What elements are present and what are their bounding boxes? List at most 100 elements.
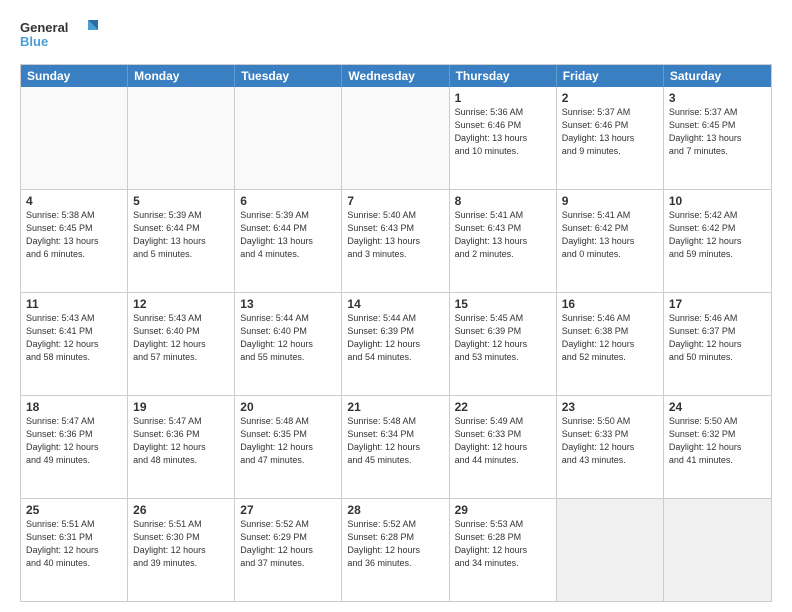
day-number: 1: [455, 90, 551, 106]
calendar-body: 1Sunrise: 5:36 AM Sunset: 6:46 PM Daylig…: [21, 87, 771, 601]
day-number: 3: [669, 90, 766, 106]
cell-text: Sunrise: 5:52 AM Sunset: 6:29 PM Dayligh…: [240, 519, 313, 567]
day-number: 17: [669, 296, 766, 312]
logo: General Blue: [20, 16, 100, 56]
day-cell-5: 5Sunrise: 5:39 AM Sunset: 6:44 PM Daylig…: [128, 190, 235, 292]
day-cell-6: 6Sunrise: 5:39 AM Sunset: 6:44 PM Daylig…: [235, 190, 342, 292]
empty-cell-r0c1: [128, 87, 235, 189]
cell-text: Sunrise: 5:38 AM Sunset: 6:45 PM Dayligh…: [26, 210, 99, 258]
day-cell-13: 13Sunrise: 5:44 AM Sunset: 6:40 PM Dayli…: [235, 293, 342, 395]
day-cell-18: 18Sunrise: 5:47 AM Sunset: 6:36 PM Dayli…: [21, 396, 128, 498]
day-cell-25: 25Sunrise: 5:51 AM Sunset: 6:31 PM Dayli…: [21, 499, 128, 601]
cell-text: Sunrise: 5:48 AM Sunset: 6:35 PM Dayligh…: [240, 416, 313, 464]
day-number: 27: [240, 502, 336, 518]
day-number: 25: [26, 502, 122, 518]
day-cell-4: 4Sunrise: 5:38 AM Sunset: 6:45 PM Daylig…: [21, 190, 128, 292]
cell-text: Sunrise: 5:50 AM Sunset: 6:32 PM Dayligh…: [669, 416, 742, 464]
empty-cell-r4c5: [557, 499, 664, 601]
cell-text: Sunrise: 5:44 AM Sunset: 6:39 PM Dayligh…: [347, 313, 420, 361]
empty-cell-r0c3: [342, 87, 449, 189]
header-day-wednesday: Wednesday: [342, 65, 449, 87]
day-cell-2: 2Sunrise: 5:37 AM Sunset: 6:46 PM Daylig…: [557, 87, 664, 189]
day-cell-8: 8Sunrise: 5:41 AM Sunset: 6:43 PM Daylig…: [450, 190, 557, 292]
header-day-tuesday: Tuesday: [235, 65, 342, 87]
day-number: 8: [455, 193, 551, 209]
cell-text: Sunrise: 5:52 AM Sunset: 6:28 PM Dayligh…: [347, 519, 420, 567]
cell-text: Sunrise: 5:45 AM Sunset: 6:39 PM Dayligh…: [455, 313, 528, 361]
day-number: 28: [347, 502, 443, 518]
calendar-header: SundayMondayTuesdayWednesdayThursdayFrid…: [21, 65, 771, 87]
svg-text:Blue: Blue: [20, 34, 48, 49]
day-number: 18: [26, 399, 122, 415]
day-cell-22: 22Sunrise: 5:49 AM Sunset: 6:33 PM Dayli…: [450, 396, 557, 498]
header-day-friday: Friday: [557, 65, 664, 87]
svg-text:General: General: [20, 20, 68, 35]
day-number: 26: [133, 502, 229, 518]
day-number: 2: [562, 90, 658, 106]
empty-cell-r0c2: [235, 87, 342, 189]
day-number: 14: [347, 296, 443, 312]
cell-text: Sunrise: 5:40 AM Sunset: 6:43 PM Dayligh…: [347, 210, 420, 258]
cell-text: Sunrise: 5:36 AM Sunset: 6:46 PM Dayligh…: [455, 107, 528, 155]
day-cell-7: 7Sunrise: 5:40 AM Sunset: 6:43 PM Daylig…: [342, 190, 449, 292]
cell-text: Sunrise: 5:47 AM Sunset: 6:36 PM Dayligh…: [26, 416, 99, 464]
day-number: 29: [455, 502, 551, 518]
calendar-row-2: 11Sunrise: 5:43 AM Sunset: 6:41 PM Dayli…: [21, 293, 771, 396]
day-number: 13: [240, 296, 336, 312]
generalblue-logo: General Blue: [20, 16, 100, 56]
day-number: 10: [669, 193, 766, 209]
day-cell-9: 9Sunrise: 5:41 AM Sunset: 6:42 PM Daylig…: [557, 190, 664, 292]
day-cell-21: 21Sunrise: 5:48 AM Sunset: 6:34 PM Dayli…: [342, 396, 449, 498]
day-number: 15: [455, 296, 551, 312]
day-cell-29: 29Sunrise: 5:53 AM Sunset: 6:28 PM Dayli…: [450, 499, 557, 601]
cell-text: Sunrise: 5:37 AM Sunset: 6:45 PM Dayligh…: [669, 107, 742, 155]
day-cell-17: 17Sunrise: 5:46 AM Sunset: 6:37 PM Dayli…: [664, 293, 771, 395]
cell-text: Sunrise: 5:44 AM Sunset: 6:40 PM Dayligh…: [240, 313, 313, 361]
empty-cell-r4c6: [664, 499, 771, 601]
day-number: 6: [240, 193, 336, 209]
cell-text: Sunrise: 5:46 AM Sunset: 6:37 PM Dayligh…: [669, 313, 742, 361]
cell-text: Sunrise: 5:43 AM Sunset: 6:41 PM Dayligh…: [26, 313, 99, 361]
day-number: 22: [455, 399, 551, 415]
calendar-row-1: 4Sunrise: 5:38 AM Sunset: 6:45 PM Daylig…: [21, 190, 771, 293]
calendar-row-0: 1Sunrise: 5:36 AM Sunset: 6:46 PM Daylig…: [21, 87, 771, 190]
day-number: 20: [240, 399, 336, 415]
day-number: 19: [133, 399, 229, 415]
day-cell-23: 23Sunrise: 5:50 AM Sunset: 6:33 PM Dayli…: [557, 396, 664, 498]
header-day-saturday: Saturday: [664, 65, 771, 87]
day-cell-1: 1Sunrise: 5:36 AM Sunset: 6:46 PM Daylig…: [450, 87, 557, 189]
day-number: 23: [562, 399, 658, 415]
header-day-thursday: Thursday: [450, 65, 557, 87]
cell-text: Sunrise: 5:39 AM Sunset: 6:44 PM Dayligh…: [133, 210, 206, 258]
day-number: 5: [133, 193, 229, 209]
day-cell-3: 3Sunrise: 5:37 AM Sunset: 6:45 PM Daylig…: [664, 87, 771, 189]
day-number: 11: [26, 296, 122, 312]
cell-text: Sunrise: 5:53 AM Sunset: 6:28 PM Dayligh…: [455, 519, 528, 567]
calendar-row-3: 18Sunrise: 5:47 AM Sunset: 6:36 PM Dayli…: [21, 396, 771, 499]
header: General Blue: [20, 16, 772, 56]
day-cell-20: 20Sunrise: 5:48 AM Sunset: 6:35 PM Dayli…: [235, 396, 342, 498]
empty-cell-r0c0: [21, 87, 128, 189]
cell-text: Sunrise: 5:51 AM Sunset: 6:30 PM Dayligh…: [133, 519, 206, 567]
cell-text: Sunrise: 5:49 AM Sunset: 6:33 PM Dayligh…: [455, 416, 528, 464]
day-number: 12: [133, 296, 229, 312]
day-cell-19: 19Sunrise: 5:47 AM Sunset: 6:36 PM Dayli…: [128, 396, 235, 498]
day-number: 16: [562, 296, 658, 312]
day-cell-16: 16Sunrise: 5:46 AM Sunset: 6:38 PM Dayli…: [557, 293, 664, 395]
cell-text: Sunrise: 5:50 AM Sunset: 6:33 PM Dayligh…: [562, 416, 635, 464]
day-cell-28: 28Sunrise: 5:52 AM Sunset: 6:28 PM Dayli…: [342, 499, 449, 601]
day-cell-10: 10Sunrise: 5:42 AM Sunset: 6:42 PM Dayli…: [664, 190, 771, 292]
header-day-monday: Monday: [128, 65, 235, 87]
day-cell-24: 24Sunrise: 5:50 AM Sunset: 6:32 PM Dayli…: [664, 396, 771, 498]
day-cell-15: 15Sunrise: 5:45 AM Sunset: 6:39 PM Dayli…: [450, 293, 557, 395]
day-number: 4: [26, 193, 122, 209]
cell-text: Sunrise: 5:39 AM Sunset: 6:44 PM Dayligh…: [240, 210, 313, 258]
day-cell-26: 26Sunrise: 5:51 AM Sunset: 6:30 PM Dayli…: [128, 499, 235, 601]
header-day-sunday: Sunday: [21, 65, 128, 87]
calendar: SundayMondayTuesdayWednesdayThursdayFrid…: [20, 64, 772, 602]
cell-text: Sunrise: 5:41 AM Sunset: 6:43 PM Dayligh…: [455, 210, 528, 258]
cell-text: Sunrise: 5:48 AM Sunset: 6:34 PM Dayligh…: [347, 416, 420, 464]
day-cell-12: 12Sunrise: 5:43 AM Sunset: 6:40 PM Dayli…: [128, 293, 235, 395]
day-number: 7: [347, 193, 443, 209]
cell-text: Sunrise: 5:51 AM Sunset: 6:31 PM Dayligh…: [26, 519, 99, 567]
